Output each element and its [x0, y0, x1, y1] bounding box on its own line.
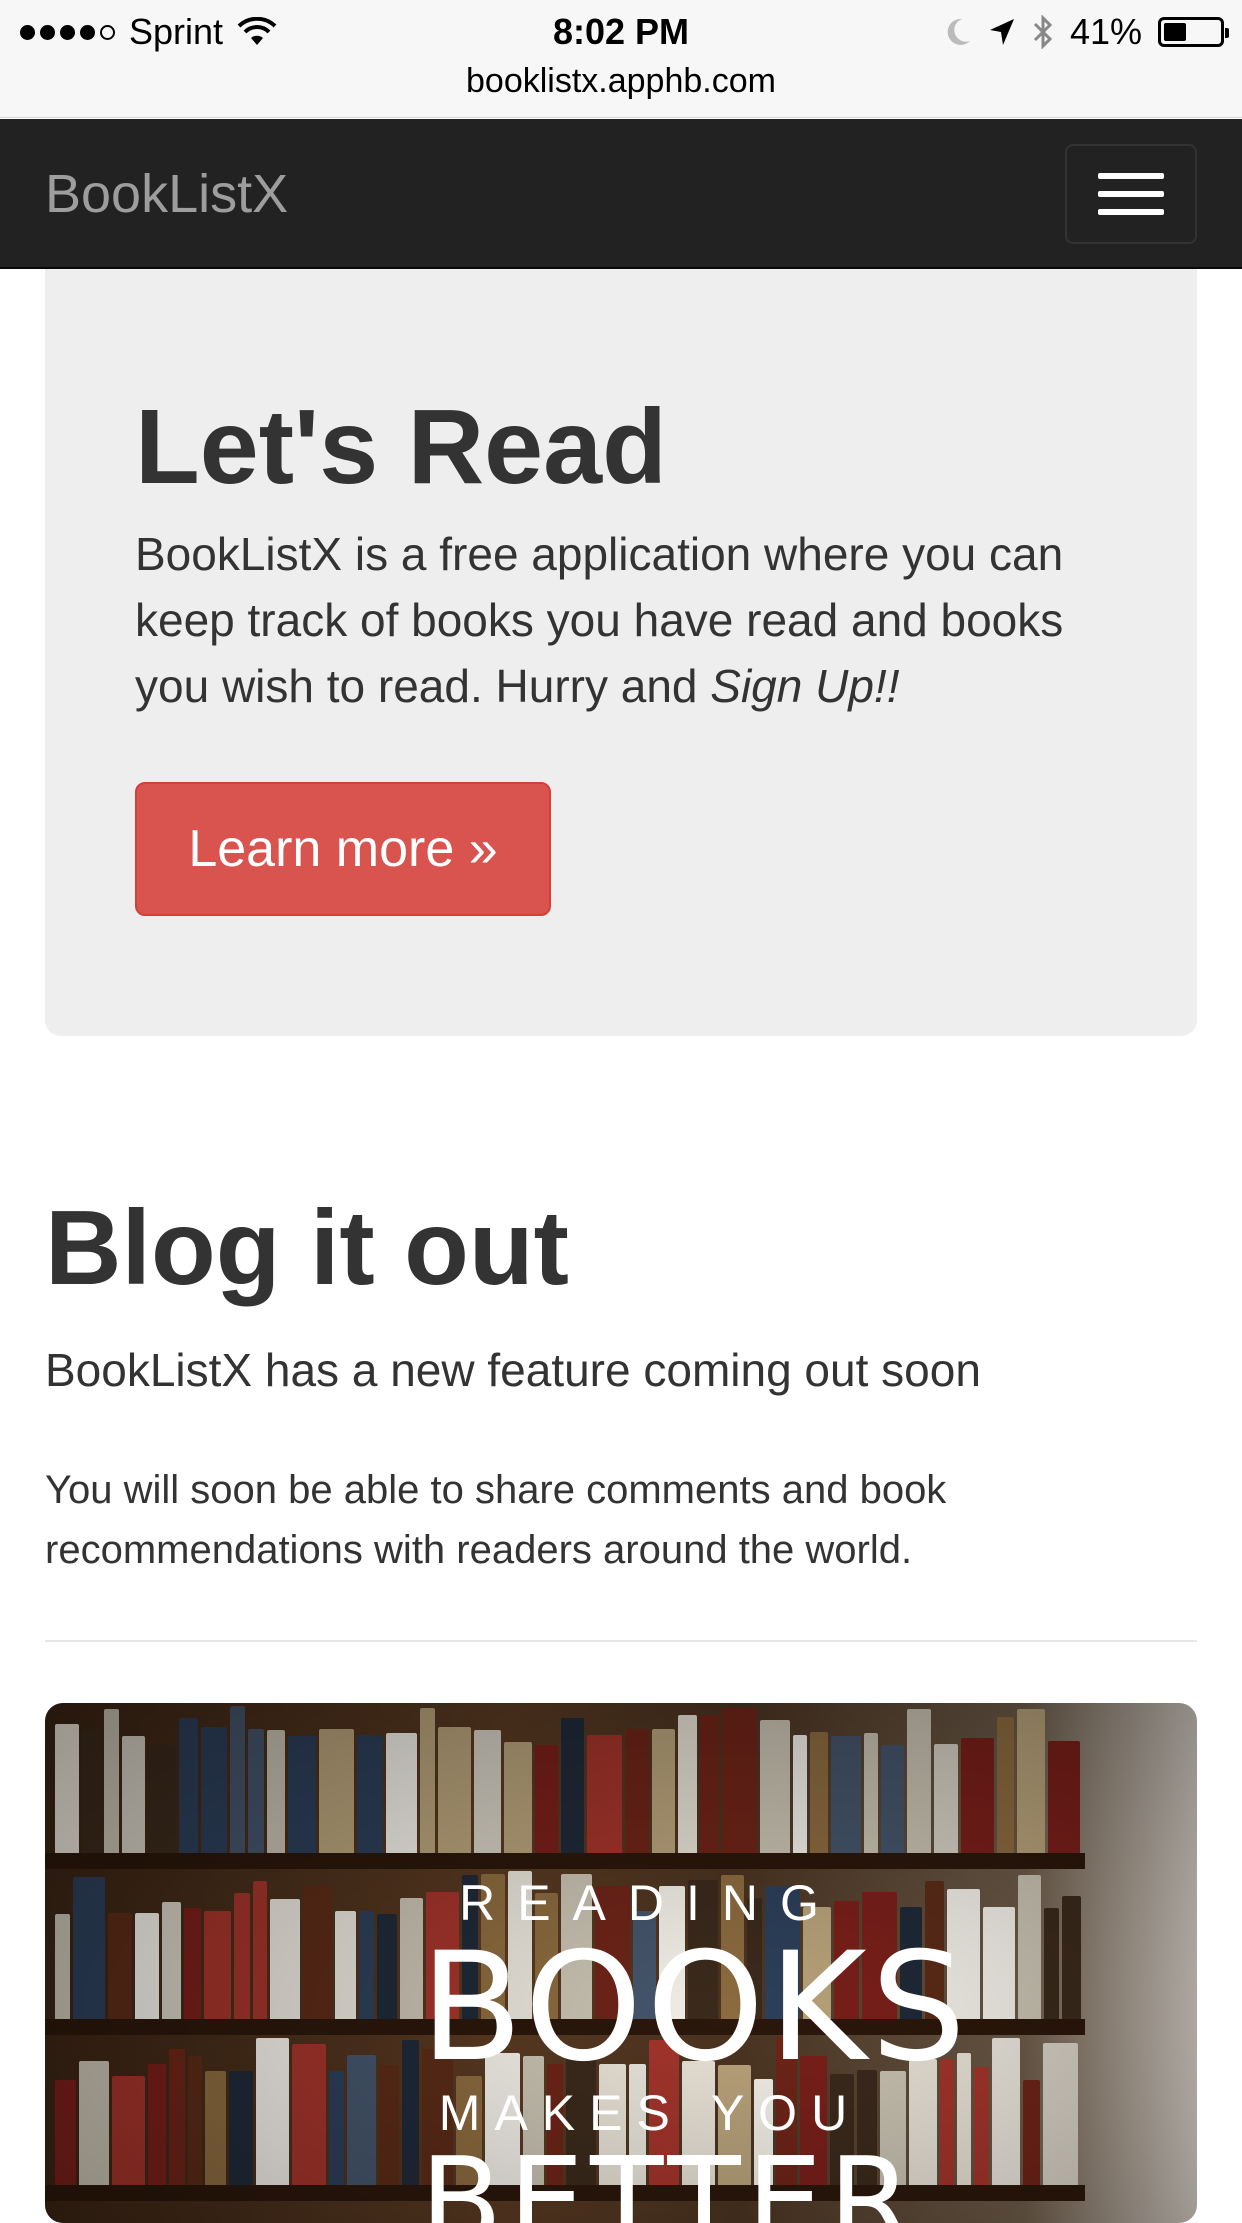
hamburger-menu-icon	[1098, 173, 1164, 179]
hamburger-bar	[1098, 209, 1164, 215]
bluetooth-icon	[1033, 15, 1053, 49]
caption-line-better: BETTER	[420, 2133, 918, 2223]
ios-status-bar: Sprint 8:02 PM 41% booklistx.apphb.com	[0, 0, 1242, 118]
reading-books-image: READING BOOKS MAKES YOU BETTER	[45, 1703, 1197, 2223]
learn-more-button[interactable]: Learn more »	[135, 782, 551, 916]
jumbotron: Let's Read BookListX is a free applicati…	[45, 269, 1197, 1036]
section-divider	[45, 1640, 1197, 1642]
sign-up-emphasis: Sign Up!!	[710, 660, 900, 712]
hamburger-menu-button[interactable]	[1065, 144, 1197, 244]
location-arrow-icon	[989, 19, 1014, 45]
address-bar-url[interactable]: booklistx.apphb.com	[0, 58, 1242, 104]
caption-line-books: BOOKS	[420, 1921, 970, 2095]
blog-lead: BookListX has a new feature coming out s…	[45, 1344, 981, 1396]
status-right: 41%	[944, 10, 1229, 54]
hamburger-bar	[1098, 191, 1164, 197]
battery-icon	[1158, 17, 1229, 47]
jumbotron-text: BookListX is a free application where yo…	[135, 528, 1064, 712]
navbar: BookListX	[0, 119, 1242, 269]
blog-title: Blog it out	[45, 1189, 569, 1307]
battery-percent: 41%	[1069, 11, 1142, 52]
jumbotron-description: BookListX is a free application where yo…	[135, 521, 1135, 719]
moon-icon	[947, 18, 970, 45]
image-caption: READING BOOKS MAKES YOU BETTER	[420, 1873, 970, 2223]
jumbotron-title: Let's Read	[135, 388, 667, 506]
blog-body: You will soon be able to share comments …	[45, 1468, 947, 1572]
navbar-brand[interactable]: BookListX	[45, 119, 288, 269]
